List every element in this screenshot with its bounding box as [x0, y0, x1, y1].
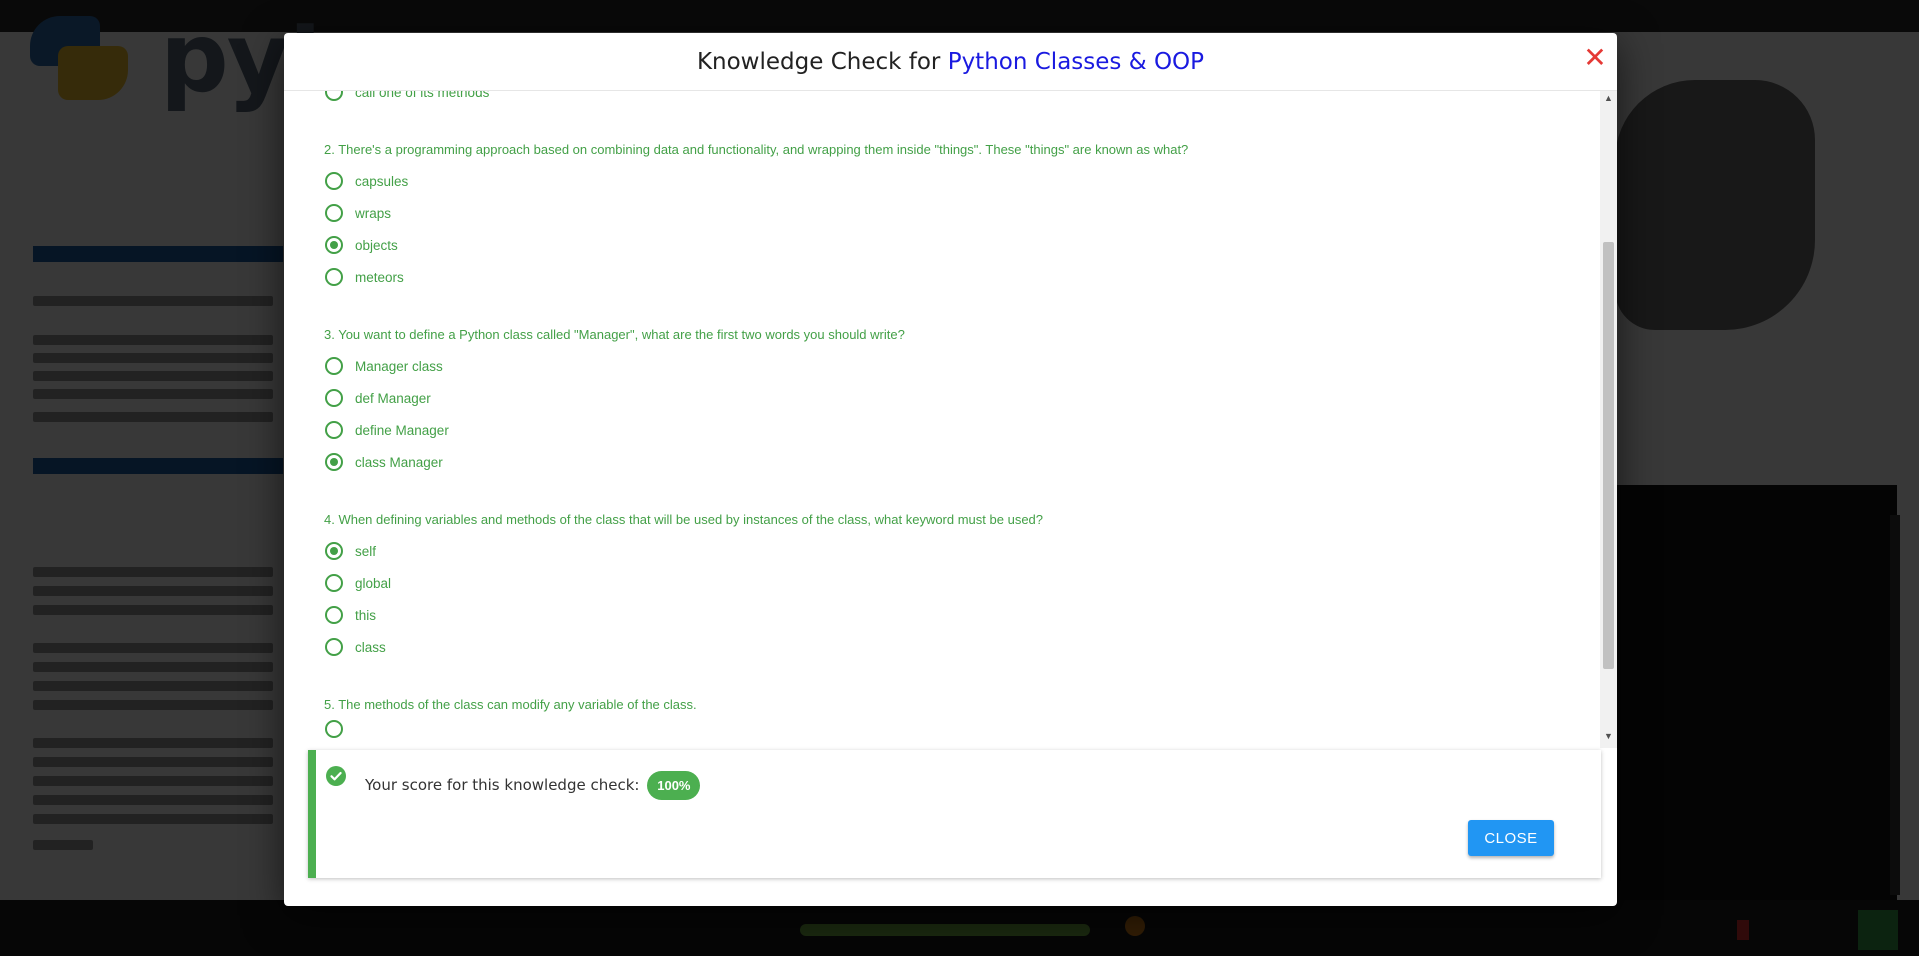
quiz-option[interactable]: objects: [324, 229, 1574, 261]
option-label: Manager class: [355, 358, 443, 374]
radio-selected-icon[interactable]: [325, 236, 343, 254]
question: 2. There's a programming approach based …: [324, 141, 1574, 293]
question-gap: [324, 663, 1574, 696]
score-label: Your score for this knowledge check:: [365, 776, 640, 794]
quiz-option[interactable]: self: [324, 535, 1574, 567]
quiz-option[interactable]: this: [324, 599, 1574, 631]
quiz-option[interactable]: call one of its methods: [324, 91, 1574, 108]
quiz-option[interactable]: meteors: [324, 261, 1574, 293]
radio-unselected-icon[interactable]: [325, 389, 343, 407]
quiz-option[interactable]: class Manager: [324, 446, 1574, 478]
option-label: meteors: [355, 269, 404, 285]
modal-header: Knowledge Check for Python Classes & OOP…: [284, 33, 1617, 91]
question-gap: [324, 293, 1574, 326]
radio-unselected-icon[interactable]: [325, 268, 343, 286]
scroll-up-arrow-icon[interactable]: ▲: [1604, 93, 1613, 103]
quiz-option[interactable]: define Manager: [324, 414, 1574, 446]
quiz-option[interactable]: Manager class: [324, 350, 1574, 382]
radio-unselected-icon[interactable]: [325, 172, 343, 190]
knowledge-check-modal: Knowledge Check for Python Classes & OOP…: [284, 33, 1617, 906]
close-icon[interactable]: ✕: [1580, 43, 1610, 73]
question-gap: [324, 478, 1574, 511]
radio-selected-icon[interactable]: [325, 542, 343, 560]
quiz-option[interactable]: capsules: [324, 165, 1574, 197]
quiz-content: call one of its methods 2. There's a pro…: [324, 91, 1574, 738]
quiz-option[interactable]: global: [324, 567, 1574, 599]
radio-unselected-icon[interactable]: [325, 638, 343, 656]
option-label: capsules: [355, 173, 409, 189]
radio-unselected-icon[interactable]: [325, 720, 343, 738]
radio-unselected-icon[interactable]: [325, 357, 343, 375]
score-text: Your score for this knowledge check: 100…: [365, 771, 701, 800]
question: 3. You want to define a Python class cal…: [324, 326, 1574, 478]
check-circle-icon: [326, 766, 346, 786]
option-label: wraps: [355, 205, 392, 221]
radio-unselected-icon[interactable]: [325, 204, 343, 222]
radio-unselected-icon[interactable]: [325, 606, 343, 624]
radio-unselected-icon[interactable]: [325, 574, 343, 592]
question: 4. When defining variables and methods o…: [324, 511, 1574, 663]
close-button[interactable]: CLOSE: [1468, 820, 1554, 856]
score-badge: 100%: [647, 771, 701, 800]
option-label: class Manager: [355, 454, 443, 470]
quiz-option[interactable]: class: [324, 631, 1574, 663]
option-label: define Manager: [355, 422, 449, 438]
modal-title: Knowledge Check for Python Classes & OOP: [284, 49, 1617, 75]
option-label: self: [355, 543, 377, 559]
modal-title-prefix: Knowledge Check for: [696, 49, 941, 75]
score-card: Your score for this knowledge check: 100…: [308, 750, 1601, 878]
option-label: this: [355, 607, 377, 623]
quiz-scroll-area[interactable]: call one of its methods 2. There's a pro…: [284, 91, 1600, 748]
option-label: def Manager: [355, 390, 431, 406]
modal-title-topic: Python Classes & OOP: [947, 49, 1205, 75]
quiz-option[interactable]: wraps: [324, 197, 1574, 229]
question-text: 3. You want to define a Python class cal…: [324, 327, 905, 342]
option-label: global: [355, 575, 392, 591]
question-gap: [324, 108, 1574, 141]
scroll-down-arrow-icon[interactable]: ▼: [1604, 731, 1613, 741]
option-label: class: [355, 639, 386, 655]
question-text: 5. The methods of the class can modify a…: [324, 697, 697, 712]
scrollbar-thumb[interactable]: [1603, 242, 1614, 669]
radio-unselected-icon[interactable]: [325, 91, 343, 101]
question: 5. The methods of the class can modify a…: [324, 696, 1574, 738]
option-label: objects: [355, 237, 398, 253]
radio-selected-icon[interactable]: [325, 453, 343, 471]
radio-unselected-icon[interactable]: [325, 421, 343, 439]
quiz-option[interactable]: def Manager: [324, 382, 1574, 414]
option-label: call one of its methods: [355, 91, 490, 100]
quiz-scrollbar[interactable]: ▲ ▼: [1600, 91, 1617, 748]
question-text: 4. When defining variables and methods o…: [324, 512, 1044, 527]
question-text: 2. There's a programming approach based …: [324, 142, 1189, 157]
